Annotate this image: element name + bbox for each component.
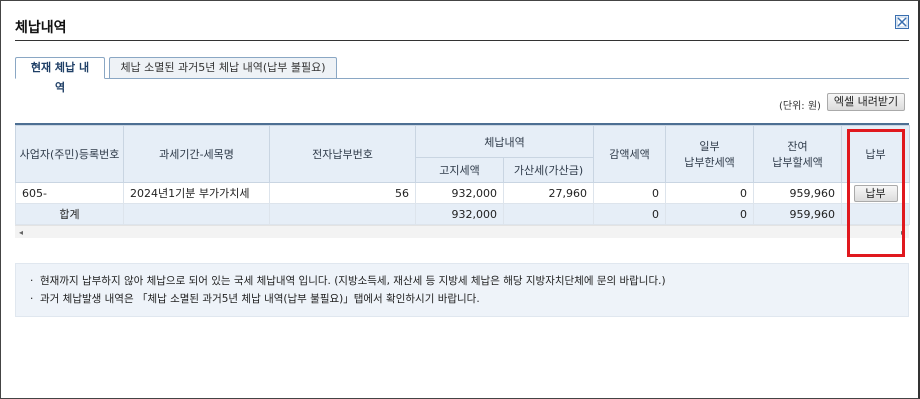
tab-current-arrears[interactable]: 현재 체납 내역: [15, 57, 105, 94]
dialog-window: 체납내역 현재 체납 내역 체납 소멸된 과거5년 체납 내역(납부 불필요) …: [0, 0, 920, 399]
total-notice-tax: 932,000: [415, 203, 504, 225]
cell-elec-pay-no: 56: [269, 182, 416, 204]
col-pay: 납부: [841, 125, 911, 183]
col-reduced: 감액세액: [593, 125, 667, 183]
col-remaining-line2: 납부할세액: [772, 156, 823, 169]
cell-period-item: 2024년1기분 부가가치세: [123, 182, 270, 204]
cell-notice-tax: 932,000: [415, 182, 504, 204]
notice-line: · 현재까지 납부하지 않아 체납으로 되어 있는 국세 체납내역 입니다. (지…: [30, 274, 908, 292]
pay-button[interactable]: 납부: [853, 184, 898, 202]
excel-download-button[interactable]: 엑셀 내려받기: [827, 93, 905, 111]
total-empty-4: [841, 203, 911, 225]
notice-box: · 현재까지 납부하지 않아 체납으로 되어 있는 국세 체납내역 입니다. (지…: [15, 263, 909, 317]
total-empty-1: [123, 203, 270, 225]
col-elec-pay-no: 전자납부번호: [269, 125, 416, 183]
total-label: 합계: [15, 203, 124, 225]
col-partial-paid: 일부 납부한세액: [665, 125, 755, 183]
table-row: 605- 2024년1기분 부가가치세 56 932,000 27,960 0 …: [15, 182, 911, 204]
close-icon[interactable]: [895, 15, 909, 29]
bullet-icon: ·: [30, 275, 34, 287]
cell-penalty: 27,960: [502, 182, 595, 204]
total-row: 합계 932,000 0 0 959,960: [15, 203, 911, 225]
col-period-item: 과세기간-세목명: [123, 125, 270, 183]
notice-text: 현재까지 납부하지 않아 체납으로 되어 있는 국세 체납내역 입니다. (지방…: [40, 275, 666, 287]
col-arrears-group: 체납내역: [414, 125, 595, 158]
cell-reg-no: 605-: [15, 182, 124, 204]
total-partial-paid: 0: [665, 203, 755, 225]
col-remaining: 잔여 납부할세액: [753, 125, 843, 183]
cell-partial-paid: 0: [665, 182, 755, 204]
total-reduced: 0: [593, 203, 667, 225]
horizontal-scrollbar[interactable]: ◂ ▸: [15, 225, 909, 238]
tab-bar: 현재 체납 내역 체납 소멸된 과거5년 체납 내역(납부 불필요): [15, 57, 909, 94]
total-empty-2: [269, 203, 416, 225]
total-empty-3: [502, 203, 595, 225]
scroll-left-icon[interactable]: ◂: [17, 228, 25, 237]
unit-label: (단위: 원): [779, 101, 821, 112]
col-partial-paid-line1: 일부: [699, 140, 720, 153]
dialog-header: 체납내역: [15, 11, 909, 41]
col-remaining-line1: 잔여: [787, 140, 808, 153]
col-penalty: 가산세(가산금): [502, 157, 595, 183]
cell-remaining: 959,960: [753, 182, 843, 204]
tab-past-arrears[interactable]: 체납 소멸된 과거5년 체납 내역(납부 불필요): [109, 57, 337, 79]
col-notice-tax: 고지세액: [415, 157, 504, 183]
total-remaining: 959,960: [753, 203, 843, 225]
arrears-table: 사업자(주민)등록번호 과세기간-세목명 전자납부번호 체납내역 감액세액 일부…: [15, 123, 911, 239]
col-partial-paid-line2: 납부한세액: [684, 156, 735, 169]
cell-reduced: 0: [593, 182, 667, 204]
scroll-right-icon[interactable]: ▸: [899, 228, 907, 237]
col-reg-no: 사업자(주민)등록번호: [15, 125, 124, 183]
cell-pay: 납부: [841, 182, 911, 204]
notice-line: · 과거 체납발생 내역은 「체납 소멸된 과거5년 체납 내역(납부 불필요)」…: [30, 292, 908, 310]
bullet-icon: ·: [30, 293, 34, 305]
dialog-title: 체납내역: [15, 20, 67, 36]
notice-text: 과거 체납발생 내역은 「체납 소멸된 과거5년 체납 내역(납부 불필요)」탭…: [40, 293, 480, 305]
